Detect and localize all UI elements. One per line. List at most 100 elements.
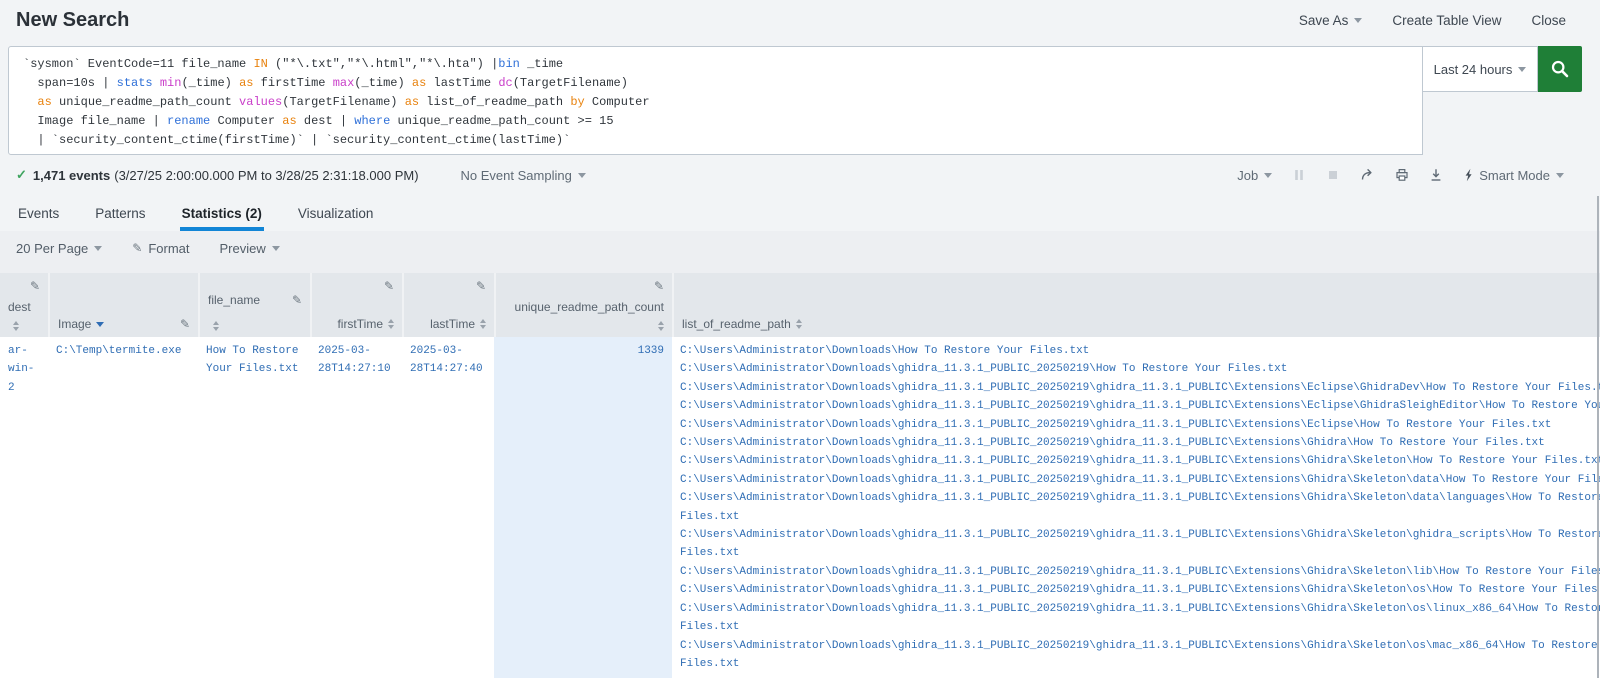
time-range-picker[interactable]: Last 24 hours — [1422, 46, 1538, 92]
job-controls: Job — [1237, 168, 1564, 183]
cell-file-name[interactable]: How To Restore Your Files.txt — [198, 337, 310, 678]
cell-value[interactable]: How To Restore Your Files.txt — [206, 345, 298, 375]
scrollbar[interactable] — [1597, 196, 1599, 678]
pause-button[interactable] — [1292, 168, 1306, 182]
cell-value[interactable]: ar-win-2 — [8, 345, 34, 394]
cell-list-of-readme-path[interactable]: C:\Users\Administrator\Downloads\How To … — [672, 337, 1600, 678]
cell-value[interactable]: 2025-03-28T14:27:40 — [410, 345, 483, 375]
path-value[interactable]: C:\Users\Administrator\Downloads\How To … — [680, 342, 1600, 360]
sort-icon[interactable] — [213, 321, 219, 331]
tab-statistics-2[interactable]: Statistics (2) — [180, 206, 264, 231]
job-menu[interactable]: Job — [1237, 168, 1272, 183]
query-token: rename — [167, 114, 210, 128]
cell-firsttime[interactable]: 2025-03-28T14:27:10 — [310, 337, 402, 678]
path-value[interactable]: C:\Users\Administrator\Downloads\ghidra_… — [680, 637, 1600, 674]
sort-down-icon — [796, 325, 802, 329]
path-value[interactable]: C:\Users\Administrator\Downloads\ghidra_… — [680, 581, 1600, 599]
sort-icon[interactable] — [658, 321, 664, 331]
path-value[interactable]: C:\Users\Administrator\Downloads\ghidra_… — [680, 600, 1600, 637]
share-button[interactable] — [1360, 168, 1375, 182]
column-name: dest — [8, 300, 31, 314]
query-line: span=10s | stats min(_time) as firstTime… — [23, 74, 1422, 93]
query-token: bin — [498, 57, 520, 71]
preview-dropdown[interactable]: Preview — [220, 241, 280, 256]
search-mode-label: Smart Mode — [1479, 168, 1550, 183]
path-value[interactable]: C:\Users\Administrator\Downloads\ghidra_… — [680, 452, 1600, 470]
header-actions: Save As Create Table View Close — [1299, 13, 1566, 28]
query-token: | `security_content_ctime(firstTime)` | … — [23, 133, 570, 147]
path-value[interactable]: C:\Users\Administrator\Downloads\ghidra_… — [680, 434, 1600, 452]
sort-up-icon — [480, 319, 486, 323]
path-value[interactable]: C:\Users\Administrator\Downloads\ghidra_… — [680, 489, 1600, 526]
sort-icon[interactable] — [796, 319, 802, 329]
column-header-unique-readme-path-count[interactable]: ✎unique_readme_path_count — [494, 273, 672, 337]
column-name: list_of_readme_path — [682, 317, 791, 331]
path-value[interactable]: C:\Users\Administrator\Downloads\ghidra_… — [680, 526, 1600, 563]
cell-unique-readme-path-count[interactable]: 1339 — [494, 337, 672, 678]
column-name: Image — [58, 317, 91, 331]
pencil-icon[interactable]: ✎ — [30, 279, 40, 293]
query-token: ("*\.txt","*\.html","*\.hta") | — [268, 57, 498, 71]
print-button[interactable] — [1395, 168, 1409, 182]
search-query-input[interactable]: `sysmon` EventCode=11 file_name IN ("*\.… — [8, 46, 1423, 155]
pencil-icon[interactable]: ✎ — [292, 293, 302, 307]
sort-down-icon — [13, 327, 19, 331]
create-table-view-button[interactable]: Create Table View — [1392, 13, 1501, 28]
query-token — [153, 76, 160, 90]
path-value[interactable]: C:\Users\Administrator\Downloads\ghidra_… — [680, 471, 1600, 489]
share-icon — [1360, 168, 1375, 182]
action-label: Save As — [1299, 13, 1349, 28]
sort-up-icon — [388, 319, 394, 323]
format-button[interactable]: ✎ Format — [132, 241, 189, 256]
chevron-down-icon — [1518, 67, 1526, 72]
save-as-button[interactable]: Save As — [1299, 13, 1363, 28]
cell-dest[interactable]: ar-win-2 — [0, 337, 48, 678]
cell-value[interactable]: 2025-03-28T14:27:10 — [318, 345, 391, 375]
cell-value[interactable]: C:\Temp\termite.exe — [56, 345, 181, 357]
download-icon — [1429, 168, 1443, 182]
path-value[interactable]: C:\Users\Administrator\Downloads\ghidra_… — [680, 563, 1600, 581]
sort-icon[interactable] — [13, 321, 19, 331]
chevron-down-icon — [578, 173, 586, 178]
stop-button[interactable] — [1326, 168, 1340, 182]
column-header-file-name[interactable]: file_name✎ — [198, 273, 310, 337]
column-header-list-of-readme-path[interactable]: list_of_readme_path — [672, 273, 1600, 337]
sort-down-icon — [658, 327, 664, 331]
tab-visualization[interactable]: Visualization — [296, 206, 376, 231]
event-sampling-dropdown[interactable]: No Event Sampling — [461, 168, 586, 183]
query-token: span=10s | — [23, 76, 117, 90]
path-value[interactable]: C:\Users\Administrator\Downloads\ghidra_… — [680, 360, 1600, 378]
page-title: New Search — [16, 9, 129, 32]
cell-value[interactable]: 1339 — [638, 345, 664, 357]
chevron-down-icon — [1354, 18, 1362, 23]
export-button[interactable] — [1429, 168, 1443, 182]
pencil-icon[interactable]: ✎ — [476, 279, 486, 293]
tab-patterns[interactable]: Patterns — [93, 206, 147, 231]
per-page-dropdown[interactable]: 20 Per Page — [16, 241, 102, 256]
tab-events[interactable]: Events — [16, 206, 61, 231]
path-value[interactable]: C:\Users\Administrator\Downloads\ghidra_… — [680, 397, 1600, 415]
column-header-dest[interactable]: ✎ dest — [0, 273, 48, 337]
result-tabs: Events Patterns Statistics (2) Visualizatio… — [0, 195, 1600, 231]
pencil-icon[interactable]: ✎ — [180, 317, 190, 331]
cell-image[interactable]: C:\Temp\termite.exe — [48, 337, 198, 678]
top-header: New Search Save As Create Table View Close — [0, 0, 1600, 40]
pencil-icon[interactable]: ✎ — [654, 279, 664, 293]
pencil-icon[interactable]: ✎ — [384, 279, 394, 293]
column-header-lasttime[interactable]: ✎lastTime — [402, 273, 494, 337]
search-icon — [1550, 59, 1570, 79]
search-mode-dropdown[interactable]: Smart Mode — [1463, 168, 1564, 183]
path-value[interactable]: C:\Users\Administrator\Downloads\ghidra_… — [680, 379, 1600, 397]
column-header-image[interactable]: Image ✎ — [48, 273, 198, 337]
chevron-down-icon — [1556, 173, 1564, 178]
table-header-gap — [0, 265, 1600, 273]
column-name: firstTime — [337, 317, 383, 331]
close-button[interactable]: Close — [1531, 13, 1566, 28]
action-label: Close — [1531, 13, 1566, 28]
column-header-firsttime[interactable]: ✎ firstTime — [310, 273, 402, 337]
search-button[interactable] — [1538, 46, 1582, 92]
sort-icon[interactable] — [480, 319, 486, 329]
cell-lasttime[interactable]: 2025-03-28T14:27:40 — [402, 337, 494, 678]
sort-icon[interactable] — [388, 319, 394, 329]
path-value[interactable]: C:\Users\Administrator\Downloads\ghidra_… — [680, 416, 1600, 434]
